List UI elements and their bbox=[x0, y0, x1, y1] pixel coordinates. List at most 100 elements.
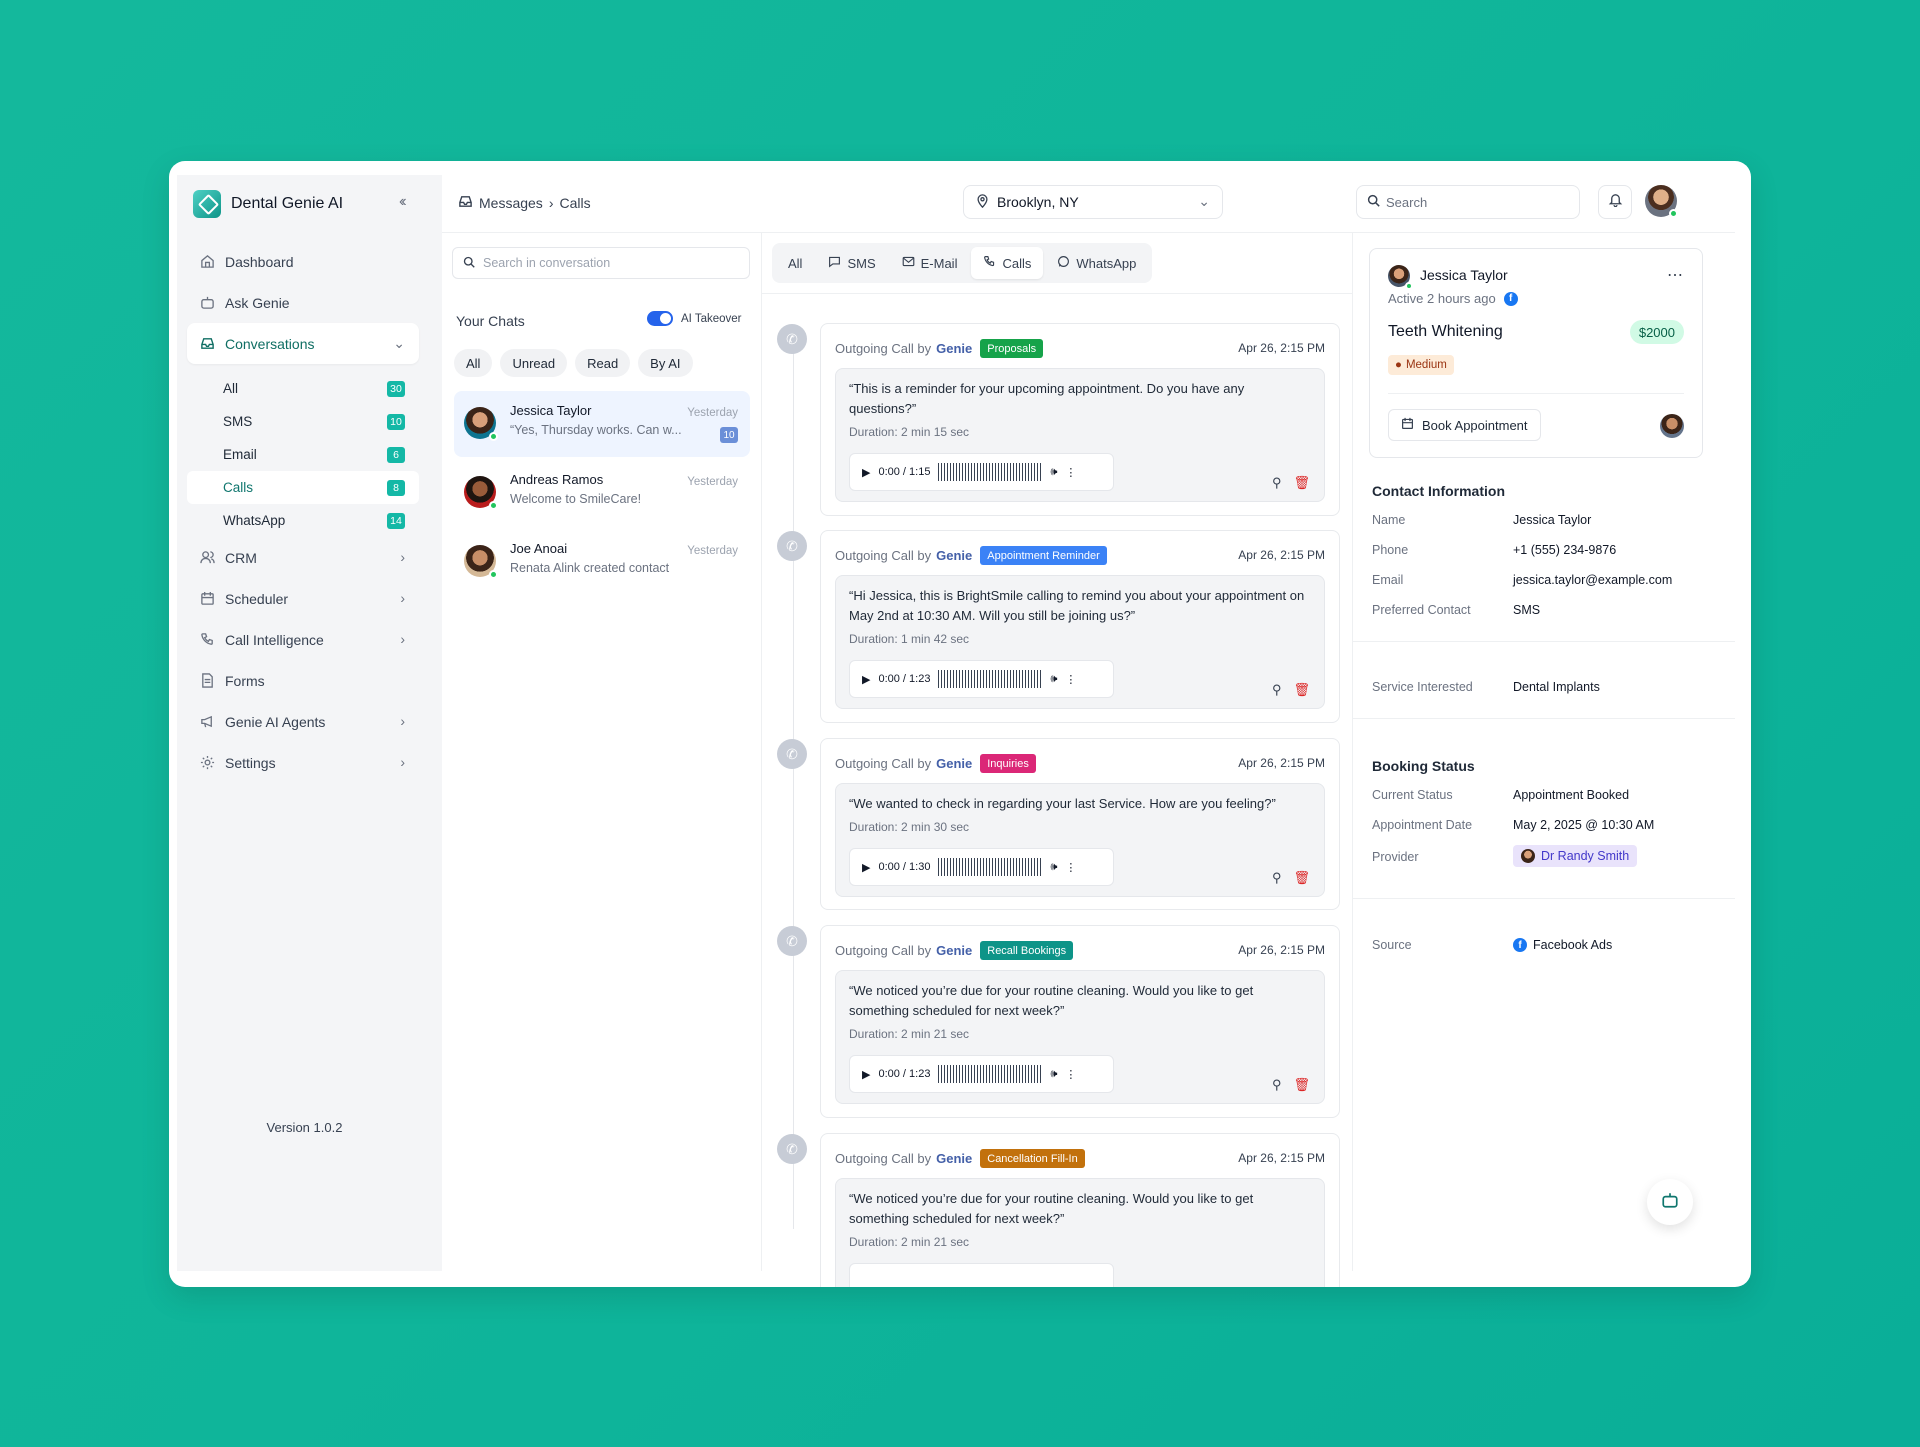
chatbot-button[interactable] bbox=[1647, 1179, 1693, 1225]
location-select[interactable]: Brooklyn, NY ⌄ bbox=[963, 185, 1223, 219]
filter-by-ai[interactable]: By AI bbox=[638, 349, 693, 377]
audio-player[interactable]: ▶ 0:00 / 1:30 🕪 ⋮ bbox=[849, 848, 1114, 886]
waveform[interactable] bbox=[938, 670, 1043, 688]
volume-icon[interactable]: 🕪 bbox=[1050, 673, 1057, 686]
filter-read[interactable]: Read bbox=[575, 349, 631, 377]
volume-icon[interactable]: 🕪 bbox=[1050, 1068, 1057, 1081]
sidebar-item-call-intelligence[interactable]: Call Intelligence › bbox=[187, 619, 419, 660]
tab-all[interactable]: All bbox=[776, 247, 814, 279]
call-feed: All SMS E-Mail Calls WhatsApp ✆ Outgoing… bbox=[762, 233, 1352, 1287]
online-indicator bbox=[489, 570, 498, 579]
trash-icon[interactable]: 🗑 bbox=[1293, 475, 1310, 491]
sidebar-subitem-all[interactable]: All 30 bbox=[187, 372, 419, 405]
call-prefix: Outgoing Call by bbox=[835, 943, 932, 958]
more-vertical-icon[interactable]: ⋮ bbox=[1065, 466, 1076, 479]
assignee-avatar[interactable] bbox=[1660, 414, 1684, 438]
audio-player[interactable]: ▶ 0:00 / 1:23 🕪 ⋮ bbox=[849, 660, 1114, 698]
brand[interactable]: Dental Genie AI bbox=[193, 189, 343, 219]
inbox-icon bbox=[199, 336, 215, 352]
call-agent[interactable]: Genie bbox=[936, 943, 972, 958]
user-avatar[interactable] bbox=[1645, 185, 1678, 218]
tab-sms[interactable]: SMS bbox=[816, 247, 887, 279]
call-agent[interactable]: Genie bbox=[936, 548, 972, 563]
play-icon[interactable]: ▶ bbox=[862, 1068, 870, 1081]
sidebar-subitem-sms[interactable]: SMS 10 bbox=[187, 405, 419, 438]
sidebar-item-label: Conversations bbox=[225, 335, 315, 352]
volume-icon[interactable]: 🕪 bbox=[1050, 861, 1057, 874]
global-search-input[interactable]: Search bbox=[1356, 185, 1580, 219]
tab-whatsapp[interactable]: WhatsApp bbox=[1045, 247, 1148, 279]
sidebar-item-genie-ai-agents[interactable]: Genie AI Agents › bbox=[187, 701, 419, 742]
pin-icon[interactable]: ⚲ bbox=[1272, 870, 1282, 886]
more-vertical-icon[interactable]: ⋮ bbox=[1065, 1068, 1076, 1081]
pin-icon[interactable]: ⚲ bbox=[1272, 475, 1282, 491]
contact-panel: Jessica Taylor ⋯ Active 2 hours ago f Tee… bbox=[1352, 233, 1735, 1271]
sidebar-item-dashboard[interactable]: Dashboard bbox=[187, 241, 419, 282]
channel-tabs: All SMS E-Mail Calls WhatsApp bbox=[772, 243, 1153, 283]
count-badge: 30 bbox=[387, 381, 405, 397]
chevron-right-icon: › bbox=[400, 713, 405, 729]
volume-icon[interactable]: 🕪 bbox=[1050, 466, 1057, 479]
play-icon[interactable]: ▶ bbox=[862, 861, 870, 874]
sidebar-subitem-email[interactable]: Email 6 bbox=[187, 438, 419, 471]
conversation-search-input[interactable]: Search in conversation bbox=[452, 247, 750, 279]
notification-bell-button[interactable] bbox=[1598, 185, 1632, 219]
breadcrumb-messages[interactable]: Messages bbox=[479, 195, 543, 211]
call-agent[interactable]: Genie bbox=[936, 341, 972, 356]
play-icon[interactable]: ▶ bbox=[862, 673, 870, 686]
collapse-sidebar-icon[interactable]: ‹‹ bbox=[399, 193, 406, 211]
facebook-icon: f bbox=[1513, 938, 1527, 952]
more-horizontal-icon[interactable]: ⋯ bbox=[1667, 265, 1684, 285]
tab-email[interactable]: E-Mail bbox=[890, 247, 970, 279]
sidebar-item-crm[interactable]: CRM › bbox=[187, 537, 419, 578]
tab-calls[interactable]: Calls bbox=[971, 247, 1044, 279]
date-value: May 2, 2025 @ 10:30 AM bbox=[1513, 818, 1655, 832]
call-time: Apr 26, 2:15 PM bbox=[1238, 341, 1325, 355]
sidebar-item-ask-genie[interactable]: Ask Genie bbox=[187, 282, 419, 323]
call-agent[interactable]: Genie bbox=[936, 756, 972, 771]
chat-item[interactable]: Jessica Taylor “Yes, Thursday works. Can… bbox=[454, 391, 750, 457]
phone-outgoing-icon: ✆ bbox=[777, 324, 807, 354]
chevron-right-icon: › bbox=[400, 754, 405, 770]
play-icon[interactable]: ▶ bbox=[862, 466, 870, 479]
waveform[interactable] bbox=[938, 463, 1043, 481]
trash-icon[interactable]: 🗑 bbox=[1293, 682, 1310, 698]
field-value: Dental Implants bbox=[1513, 680, 1600, 694]
ai-takeover-toggle[interactable]: AI Takeover bbox=[647, 311, 742, 326]
pin-icon[interactable]: ⚲ bbox=[1272, 1077, 1282, 1093]
count-badge: 6 bbox=[387, 447, 405, 463]
field-label: Service Interested bbox=[1372, 680, 1473, 694]
avatar bbox=[464, 545, 498, 579]
sidebar-item-settings[interactable]: Settings › bbox=[187, 742, 419, 783]
chat-item[interactable]: Andreas Ramos Welcome to SmileCare! Yest… bbox=[454, 460, 750, 526]
chat-preview: Welcome to SmileCare! bbox=[510, 492, 642, 506]
field-value: Dr Randy Smith bbox=[1513, 845, 1638, 867]
sidebar-subitem-whatsapp[interactable]: WhatsApp 14 bbox=[187, 504, 419, 537]
call-agent[interactable]: Genie bbox=[936, 1151, 972, 1166]
filter-all[interactable]: All bbox=[454, 349, 493, 377]
sidebar-item-conversations[interactable]: Conversations ⌄ bbox=[187, 323, 419, 364]
tab-label: Calls bbox=[1002, 255, 1032, 271]
more-vertical-icon[interactable]: ⋮ bbox=[1065, 861, 1076, 874]
provider-chip[interactable]: Dr Randy Smith bbox=[1513, 845, 1638, 867]
waveform[interactable] bbox=[938, 858, 1043, 876]
audio-player[interactable] bbox=[849, 1263, 1114, 1287]
book-appointment-button[interactable]: Book Appointment bbox=[1388, 409, 1541, 441]
toggle-switch[interactable] bbox=[647, 311, 673, 326]
trash-icon[interactable]: 🗑 bbox=[1293, 1077, 1310, 1093]
sidebar-item-forms[interactable]: Forms bbox=[187, 660, 419, 701]
call-time: Apr 26, 2:15 PM bbox=[1238, 1151, 1325, 1165]
waveform[interactable] bbox=[938, 1065, 1043, 1083]
sidebar-item-scheduler[interactable]: Scheduler › bbox=[187, 578, 419, 619]
audio-player[interactable]: ▶ 0:00 / 1:15 🕪 ⋮ bbox=[849, 453, 1114, 491]
filter-unread[interactable]: Unread bbox=[500, 349, 568, 377]
subitem-label: All bbox=[223, 381, 239, 396]
trash-icon[interactable]: 🗑 bbox=[1293, 870, 1310, 886]
sidebar-item-label: Ask Genie bbox=[225, 294, 290, 311]
chat-item[interactable]: Joe Anoai Renata Alink created contact Y… bbox=[454, 529, 750, 595]
more-vertical-icon[interactable]: ⋮ bbox=[1065, 673, 1076, 686]
call-header: Outgoing Call by Genie Cancellation Fill-I… bbox=[835, 1149, 1085, 1168]
audio-player[interactable]: ▶ 0:00 / 1:23 🕪 ⋮ bbox=[849, 1055, 1114, 1093]
sidebar-subitem-calls[interactable]: Calls 8 bbox=[187, 471, 419, 504]
pin-icon[interactable]: ⚲ bbox=[1272, 682, 1282, 698]
